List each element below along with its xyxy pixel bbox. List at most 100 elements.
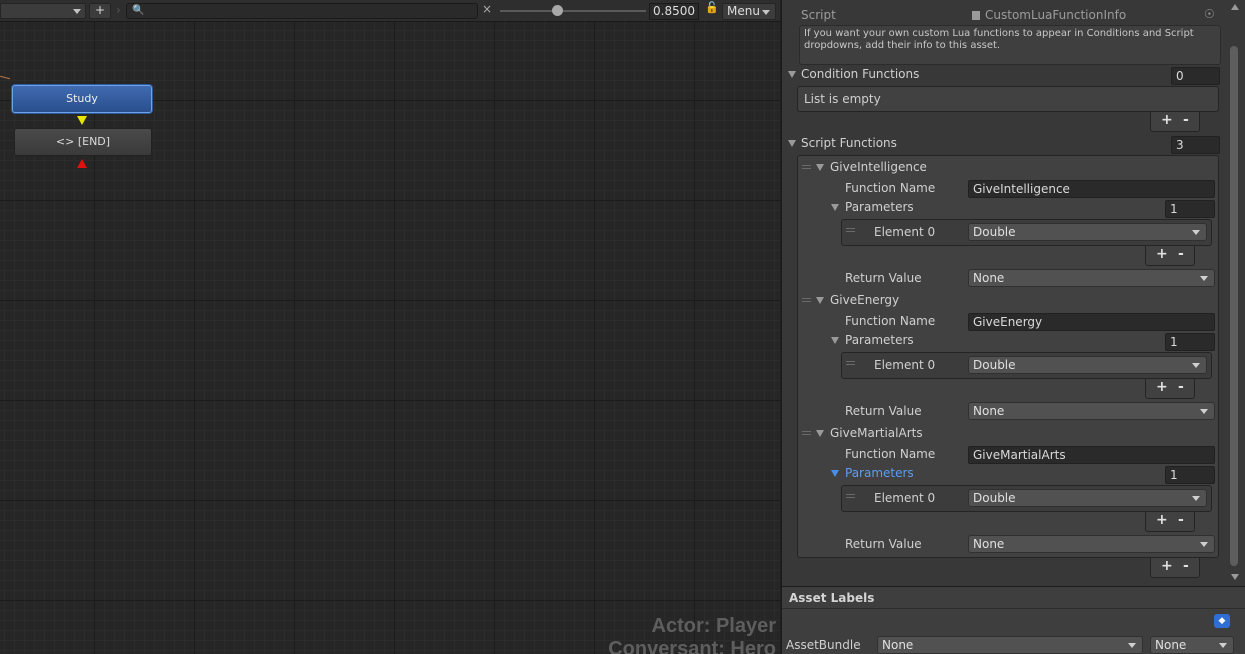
condition-functions-list: List is empty [797,86,1219,112]
parameters-count[interactable]: 1 [1165,200,1215,218]
scroll-up-icon[interactable] [1231,4,1239,10]
chevron-down-icon [1192,363,1200,368]
parameters-label[interactable]: Parameters [845,333,914,347]
help-box: If you want your own custom Lua function… [799,25,1221,65]
condition-functions-foldout-icon[interactable] [788,71,796,78]
add-parameter-button[interactable]: + [1156,246,1168,262]
menu-dropdown[interactable]: Menu [722,3,776,20]
script-functions-foldout-icon[interactable] [788,140,796,147]
add-parameter-button[interactable]: + [1156,379,1168,395]
return-value-value: None [973,404,1005,418]
parameters-count[interactable]: 1 [1165,466,1215,484]
inspector-panel: Script CustomLuaFunctionInfo ☉ If you wa… [781,0,1245,654]
element-type-dropdown[interactable]: Double [968,489,1207,507]
add-conversation-button[interactable]: + [89,3,111,19]
zoom-slider-thumb[interactable] [552,5,563,16]
add-script-function-button[interactable]: + [1161,558,1173,574]
return-value-label: Return Value [845,271,922,285]
graph-toolbar: + › 🔍 × 0.8500 🔓 Menu [0,0,780,22]
function-name-label: Function Name [845,314,936,328]
script-functions-label[interactable]: Script Functions [801,136,897,150]
parameters-label[interactable]: Parameters [845,200,914,214]
clear-search-button[interactable]: × [482,2,492,16]
return-value-dropdown[interactable]: None [968,269,1215,287]
remove-parameter-button[interactable]: - [1178,512,1184,528]
remove-parameter-button[interactable]: - [1178,246,1184,262]
function-name-input[interactable]: GiveIntelligence [968,180,1215,198]
search-icon: 🔍 [132,5,145,16]
function-name-input[interactable]: GiveMartialArts [968,446,1215,464]
element-label: Element 0 [874,491,936,505]
scrollbar-thumb[interactable] [1230,46,1238,566]
remove-condition-button[interactable]: - [1183,112,1189,128]
parameters-label[interactable]: Parameters [845,466,914,480]
tag-icon[interactable]: ◆ [1214,614,1230,628]
parameters-add-remove: + - [1145,246,1195,266]
node-end[interactable]: <> [END] [14,128,152,156]
zoom-value-field[interactable]: 0.8500 [649,3,699,20]
parameters-foldout-icon[interactable] [831,204,839,211]
chevron-down-icon [1200,276,1208,281]
link-arrow-up-icon [77,159,87,168]
chevron-down-icon [1200,409,1208,414]
script-file-icon [972,11,980,20]
list-empty-text: List is empty [804,92,881,106]
inspector-scrollbar[interactable] [1226,0,1245,586]
chevron-down-icon [1128,643,1136,648]
zoom-slider[interactable] [500,5,646,16]
script-functions-count[interactable]: 3 [1171,136,1220,154]
function-item-header[interactable]: GiveEnergy [830,293,899,307]
add-parameter-button[interactable]: + [1156,512,1168,528]
return-value-dropdown[interactable]: None [968,535,1215,553]
lock-icon[interactable]: 🔓 [705,1,719,14]
node-study[interactable]: Study [12,85,152,113]
graph-canvas[interactable]: + › 🔍 × 0.8500 🔓 Menu Study <> [END] Act… [0,0,780,654]
object-picker-icon[interactable]: ☉ [1204,7,1215,21]
condition-functions-count[interactable]: 0 [1171,67,1220,85]
script-value: CustomLuaFunctionInfo [985,8,1127,22]
element-type-dropdown[interactable]: Double [968,356,1207,374]
parameters-foldout-icon[interactable] [831,470,839,477]
asset-labels-header: Asset Labels [782,587,1245,609]
drag-handle-icon[interactable] [802,298,811,302]
drag-handle-icon[interactable] [846,361,855,365]
assetbundle-label: AssetBundle [786,638,861,652]
element-type-value: Double [973,491,1016,505]
remove-script-function-button[interactable]: - [1183,558,1189,574]
return-value-dropdown[interactable]: None [968,402,1215,420]
item-foldout-icon[interactable] [816,297,824,304]
scroll-down-icon[interactable] [1231,574,1239,580]
assetbundle-dropdown[interactable]: None [877,636,1143,654]
drag-handle-icon[interactable] [802,431,811,435]
chevron-down-icon [1192,496,1200,501]
asset-labels-title: Asset Labels [789,591,875,605]
function-name-label: Function Name [845,181,936,195]
link-arrow-down-icon [77,116,87,125]
element-type-value: Double [973,225,1016,239]
add-condition-button[interactable]: + [1161,112,1173,128]
drag-handle-icon[interactable] [802,165,811,169]
function-item-header[interactable]: GiveMartialArts [830,426,923,440]
parameters-foldout-icon[interactable] [831,337,839,344]
condition-functions-label[interactable]: Condition Functions [801,67,919,81]
script-functions-add-remove: + - [1150,558,1200,578]
drag-handle-icon[interactable] [846,494,855,498]
conversation-dropdown[interactable] [0,3,86,19]
function-item-header[interactable]: GiveIntelligence [830,160,927,174]
return-value-label: Return Value [845,537,922,551]
remove-parameter-button[interactable]: - [1178,379,1184,395]
function-name-label: Function Name [845,447,936,461]
assetbundle-value: None [882,638,914,652]
item-foldout-icon[interactable] [816,430,824,437]
chevron-down-icon [762,10,770,15]
parameters-count[interactable]: 1 [1165,333,1215,351]
chevron-down-icon [73,9,81,14]
element-type-dropdown[interactable]: Double [968,223,1207,241]
drag-handle-icon[interactable] [846,228,855,232]
assetbundle-variant-dropdown[interactable]: None [1150,636,1234,654]
return-value-value: None [973,271,1005,285]
node-link-line [0,75,10,80]
search-input[interactable]: 🔍 [126,3,478,19]
item-foldout-icon[interactable] [816,164,824,171]
function-name-input[interactable]: GiveEnergy [968,313,1215,331]
